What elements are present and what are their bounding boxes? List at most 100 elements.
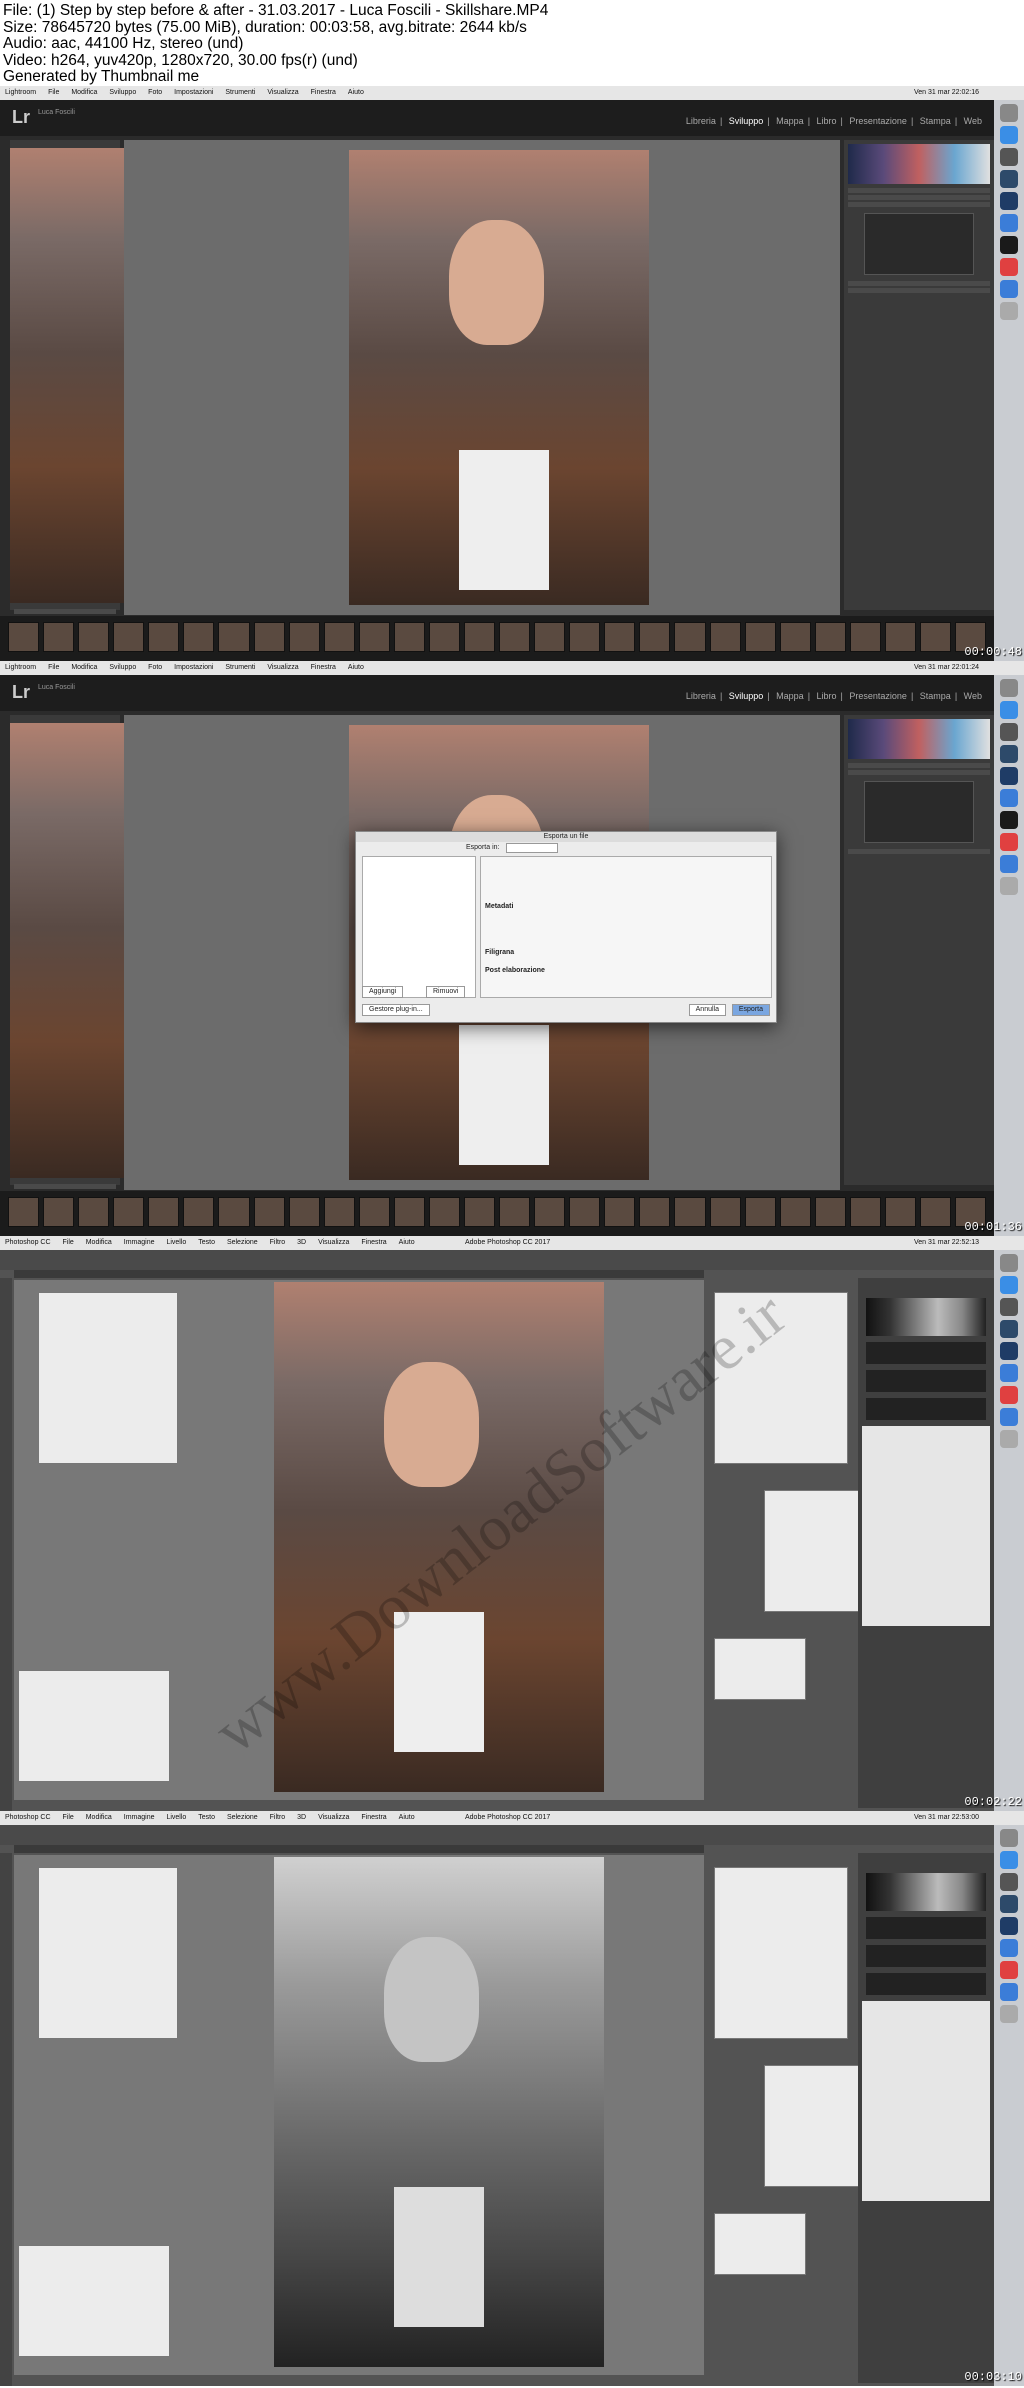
filezilla-icon[interactable] [1000,258,1018,276]
add-preset-button[interactable]: Aggiungi [362,986,404,998]
basic-slider[interactable] [848,188,990,193]
menu-window[interactable]: Finestra [361,1814,386,1821]
filmstrip-thumb[interactable] [920,622,952,652]
menu-develop[interactable]: Sviluppo [109,664,136,671]
trash-icon[interactable] [1000,2005,1018,2023]
finder-icon[interactable] [1000,679,1018,697]
filmstrip-thumb[interactable] [884,1197,917,1227]
export-button[interactable]: Esporta [731,1004,770,1016]
filmstrip-thumb[interactable] [218,622,250,652]
preset-row[interactable] [14,1184,116,1189]
filmstrip-thumb[interactable] [709,1197,741,1227]
actions-panel[interactable] [714,1867,848,2039]
ps-toolbox[interactable] [0,1853,12,2386]
filmstrip-thumb[interactable] [8,1197,40,1227]
info-panel[interactable] [18,1670,170,1782]
module-develop[interactable]: Sviluppo [729,116,764,126]
filmstrip-thumb[interactable] [253,622,285,652]
photoshop-dock-icon[interactable] [1000,767,1018,785]
menu-app[interactable]: Photoshop CC [5,1814,51,1821]
menu-filter[interactable]: Filtro [270,1239,286,1246]
filmstrip-thumb[interactable] [253,1197,285,1227]
filmstrip-thumb[interactable] [814,1197,846,1227]
menu-select[interactable]: Selezione [227,1239,258,1246]
menu-help[interactable]: Aiuto [399,1239,415,1246]
ps-canvas[interactable] [14,1280,866,1800]
tone-curve[interactable] [864,213,974,275]
camera-icon[interactable] [1000,1873,1018,1891]
hsl-slider[interactable] [848,288,990,293]
layers-panel[interactable] [862,2001,990,2201]
filmstrip-thumb[interactable] [569,1197,601,1227]
filmstrip-thumb[interactable] [639,1197,671,1227]
menu-file[interactable]: File [48,664,59,671]
folder-icon[interactable] [1000,1939,1018,1957]
module-web[interactable]: Web [964,116,982,126]
module-develop[interactable]: Sviluppo [729,691,764,701]
filmstrip-thumb[interactable] [183,622,215,652]
lightroom-dock-icon[interactable] [1000,1320,1018,1338]
filmstrip-thumb[interactable] [499,1197,531,1227]
lr-loupe-view[interactable] [124,140,840,615]
menu-type[interactable]: Testo [198,1814,215,1821]
filmstrip-thumb[interactable] [499,622,531,652]
filmstrip-thumb[interactable] [464,1197,496,1227]
module-book[interactable]: Libro [817,116,837,126]
menu-tools[interactable]: Strumenti [225,664,255,671]
filmstrip-thumb[interactable] [428,1197,461,1227]
hsl-slider[interactable] [848,849,990,854]
folder-icon[interactable] [1000,1364,1018,1382]
trash-icon[interactable] [1000,877,1018,895]
export-preset-list[interactable] [362,856,476,998]
folder-icon[interactable] [1000,280,1018,298]
tone-curve[interactable] [864,781,974,843]
app-icon[interactable] [1000,236,1018,254]
filmstrip-thumb[interactable] [920,1197,952,1227]
filmstrip-thumb[interactable] [393,622,425,652]
filmstrip-thumb[interactable] [569,622,601,652]
info-panel[interactable] [18,2245,170,2357]
folder-icon[interactable] [1000,855,1018,873]
filmstrip-thumb[interactable] [358,1197,390,1227]
section-watermark[interactable]: Filigrana [485,949,514,956]
ps-document-tabs[interactable] [14,1270,704,1278]
app-icon[interactable] [1000,811,1018,829]
folder-icon[interactable] [1000,789,1018,807]
menu-help[interactable]: Aiuto [348,664,364,671]
plugin-manager-button[interactable]: Gestore plug-in... [362,1004,430,1016]
folder-icon[interactable] [1000,1983,1018,2001]
filmstrip-thumb[interactable] [288,622,320,652]
filmstrip-thumb[interactable] [323,1197,355,1227]
filmstrip-thumb[interactable] [358,622,390,652]
filmstrip-thumb[interactable] [604,622,636,652]
module-print[interactable]: Stampa [920,691,951,701]
ps-canvas[interactable] [14,1855,866,2375]
menu-settings[interactable]: Impostazioni [174,89,213,96]
basic-slider[interactable] [848,195,990,200]
menu-file[interactable]: File [62,1814,73,1821]
safari-icon[interactable] [1000,126,1018,144]
photoshop-dock-icon[interactable] [1000,1917,1018,1935]
menu-edit[interactable]: Modifica [71,664,97,671]
module-library[interactable]: Libreria [686,691,716,701]
filmstrip-thumb[interactable] [428,622,461,652]
layers-panel[interactable] [862,1426,990,1626]
menu-3d[interactable]: 3D [297,1814,306,1821]
menu-view[interactable]: Visualizza [318,1239,349,1246]
trash-icon[interactable] [1000,302,1018,320]
menu-filter[interactable]: Filtro [270,1814,286,1821]
camera-icon[interactable] [1000,723,1018,741]
filmstrip-thumb[interactable] [779,1197,811,1227]
finder-icon[interactable] [1000,104,1018,122]
module-map[interactable]: Mappa [776,116,804,126]
folder-icon[interactable] [1000,1408,1018,1426]
filmstrip-thumb[interactable] [744,622,776,652]
filmstrip-thumb[interactable] [744,1197,776,1227]
filmstrip-thumb[interactable] [709,622,741,652]
menu-file[interactable]: File [48,89,59,96]
module-map[interactable]: Mappa [776,691,804,701]
filmstrip-thumb[interactable] [534,1197,566,1227]
safari-icon[interactable] [1000,1276,1018,1294]
filmstrip-thumb[interactable] [148,1197,180,1227]
menu-app[interactable]: Photoshop CC [5,1239,51,1246]
